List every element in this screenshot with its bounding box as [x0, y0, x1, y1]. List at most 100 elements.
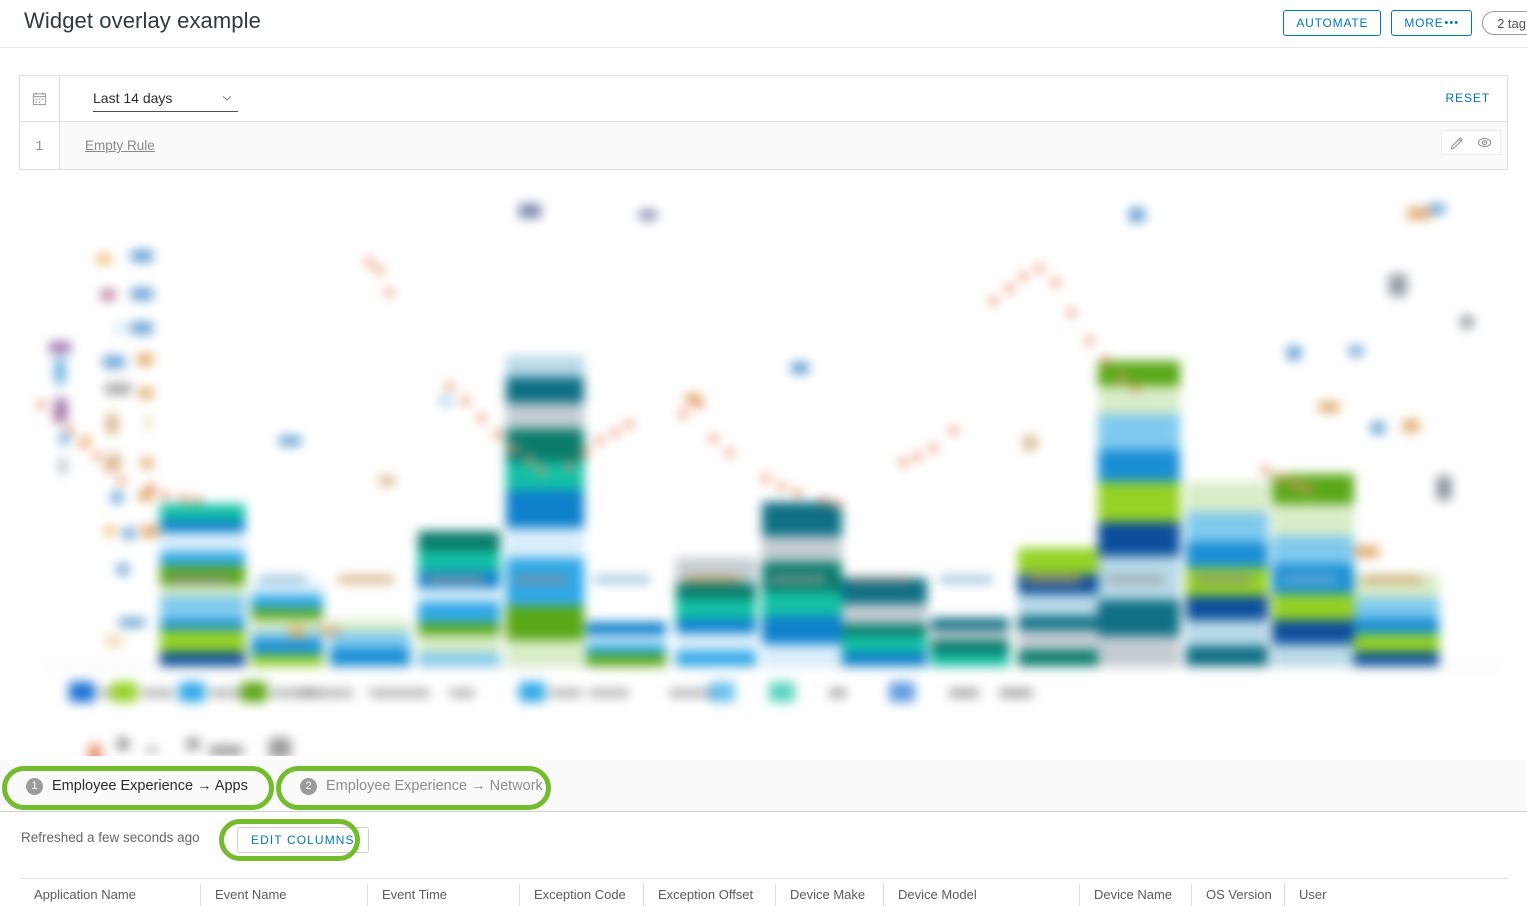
legend-extra-blur [999, 689, 1033, 697]
legend-swatch[interactable] [519, 682, 545, 702]
edit-columns-button[interactable]: EDIT COLUMNS [237, 827, 369, 853]
table-column-header[interactable]: OS Version [1191, 883, 1284, 906]
header-actions: AUTOMATE MORE ••• 2 tag [1283, 10, 1527, 36]
bar-segment [506, 356, 584, 377]
chart-label-blur [319, 626, 339, 636]
chart-label-blur [1349, 346, 1363, 356]
chart-label-blur [115, 324, 127, 333]
bar-segment [418, 653, 500, 666]
legend-swatch[interactable] [241, 682, 267, 702]
scatter-marker [1019, 272, 1028, 281]
bar-segment [160, 552, 245, 566]
chart-label-blur [49, 342, 71, 353]
scatter-marker [1261, 466, 1270, 475]
bar-segment [676, 599, 756, 620]
table-column-header[interactable]: Event Name [200, 883, 367, 906]
scatter-marker [193, 496, 202, 505]
pencil-icon[interactable] [1450, 135, 1465, 150]
chart-label-blur [137, 354, 153, 365]
x-tick-label [1106, 576, 1164, 583]
table-column-header[interactable]: Event Time [367, 883, 519, 906]
bar-segment [418, 602, 500, 624]
chart-label-blur [59, 434, 69, 444]
table-column-header[interactable]: Exception Offset [643, 883, 775, 906]
tag-chip[interactable]: 2 tag [1482, 11, 1527, 35]
bar-segment [160, 520, 245, 532]
legend-swatch[interactable] [111, 682, 137, 702]
legend-swatch[interactable] [69, 682, 95, 702]
date-range-select[interactable]: Last 14 days [93, 86, 238, 112]
table-column-header[interactable]: Device Model [883, 883, 1079, 906]
chart-label-blur [1355, 546, 1379, 557]
tab-employee-experience-apps[interactable]: 1 Employee Experience → Apps [14, 768, 260, 808]
bar-segment [586, 622, 666, 635]
bar-segment [251, 582, 323, 595]
table-column-header[interactable]: Device Make [775, 883, 883, 906]
automate-button[interactable]: AUTOMATE [1283, 10, 1382, 36]
scatter-marker [1005, 284, 1014, 293]
chart-label-blur [145, 416, 151, 430]
scatter-marker [949, 426, 958, 435]
tab-employee-experience-network[interactable]: 2 Employee Experience → Network [288, 768, 555, 804]
bar-segment [251, 619, 323, 631]
bar-segment [1098, 522, 1180, 556]
scatter-marker [1277, 474, 1286, 483]
x-tick-label [259, 576, 307, 583]
chart-label-blur [81, 436, 91, 444]
legend-label [299, 689, 353, 697]
bar-segment [251, 595, 323, 609]
bar-segment [1354, 618, 1439, 634]
bar-column [1098, 361, 1180, 666]
more-button[interactable]: MORE ••• [1391, 10, 1473, 36]
bar-segment [1186, 620, 1268, 646]
bar-segment [506, 490, 584, 528]
scatter-marker [493, 430, 502, 439]
bar-column [330, 620, 410, 666]
chart-label-blur [289, 626, 305, 638]
x-tick-label [1280, 576, 1338, 583]
scatter-marker [1117, 374, 1126, 383]
chart-label-blur [131, 322, 153, 334]
chart-label-blur [107, 414, 117, 434]
bar-segment [251, 655, 323, 666]
empty-rule-link[interactable]: Empty Rule [85, 138, 155, 153]
bar-column [1186, 482, 1268, 666]
table-column-header[interactable]: Exception Code [519, 883, 643, 906]
legend-extra-blur [187, 738, 199, 750]
tab-badge-1: 1 [26, 777, 43, 795]
stacked-bar-plot [19, 186, 1508, 666]
chart-label-blur [119, 618, 145, 627]
chart-label-blur [1437, 476, 1451, 500]
bar-column [1354, 574, 1439, 666]
bar-segment [1098, 600, 1180, 636]
chart-widget[interactable] [19, 186, 1508, 756]
chart-label-blur [105, 636, 123, 646]
bar-segment [418, 551, 500, 572]
bar-segment [1098, 636, 1180, 666]
legend-swatch[interactable] [179, 682, 205, 702]
reset-button[interactable]: RESET [1445, 91, 1490, 105]
bar-segment [1272, 620, 1354, 644]
bar-segment [160, 585, 245, 596]
eye-icon[interactable] [1477, 135, 1492, 150]
bar-segment [931, 640, 1009, 654]
scatter-marker [761, 474, 770, 483]
scatter-marker [725, 448, 734, 457]
chart-label-blur [103, 356, 125, 368]
x-tick-label [684, 576, 740, 583]
table-column-header[interactable]: Application Name [20, 884, 200, 906]
chart-label-blur [139, 388, 153, 398]
x-tick-label [1194, 576, 1252, 583]
chart-label-blur [439, 396, 453, 406]
table-column-header[interactable]: Device Name [1079, 883, 1191, 906]
bar-column [931, 618, 1009, 666]
bar-segment [251, 640, 323, 655]
table-column-header[interactable]: User [1284, 883, 1404, 906]
bar-segment [1098, 361, 1180, 387]
bar-segment [842, 624, 927, 636]
bar-segment [251, 631, 323, 640]
bar-segment [931, 618, 1009, 630]
x-tick-label [594, 576, 650, 583]
scatter-marker [477, 414, 486, 423]
bar-segment [676, 633, 756, 651]
